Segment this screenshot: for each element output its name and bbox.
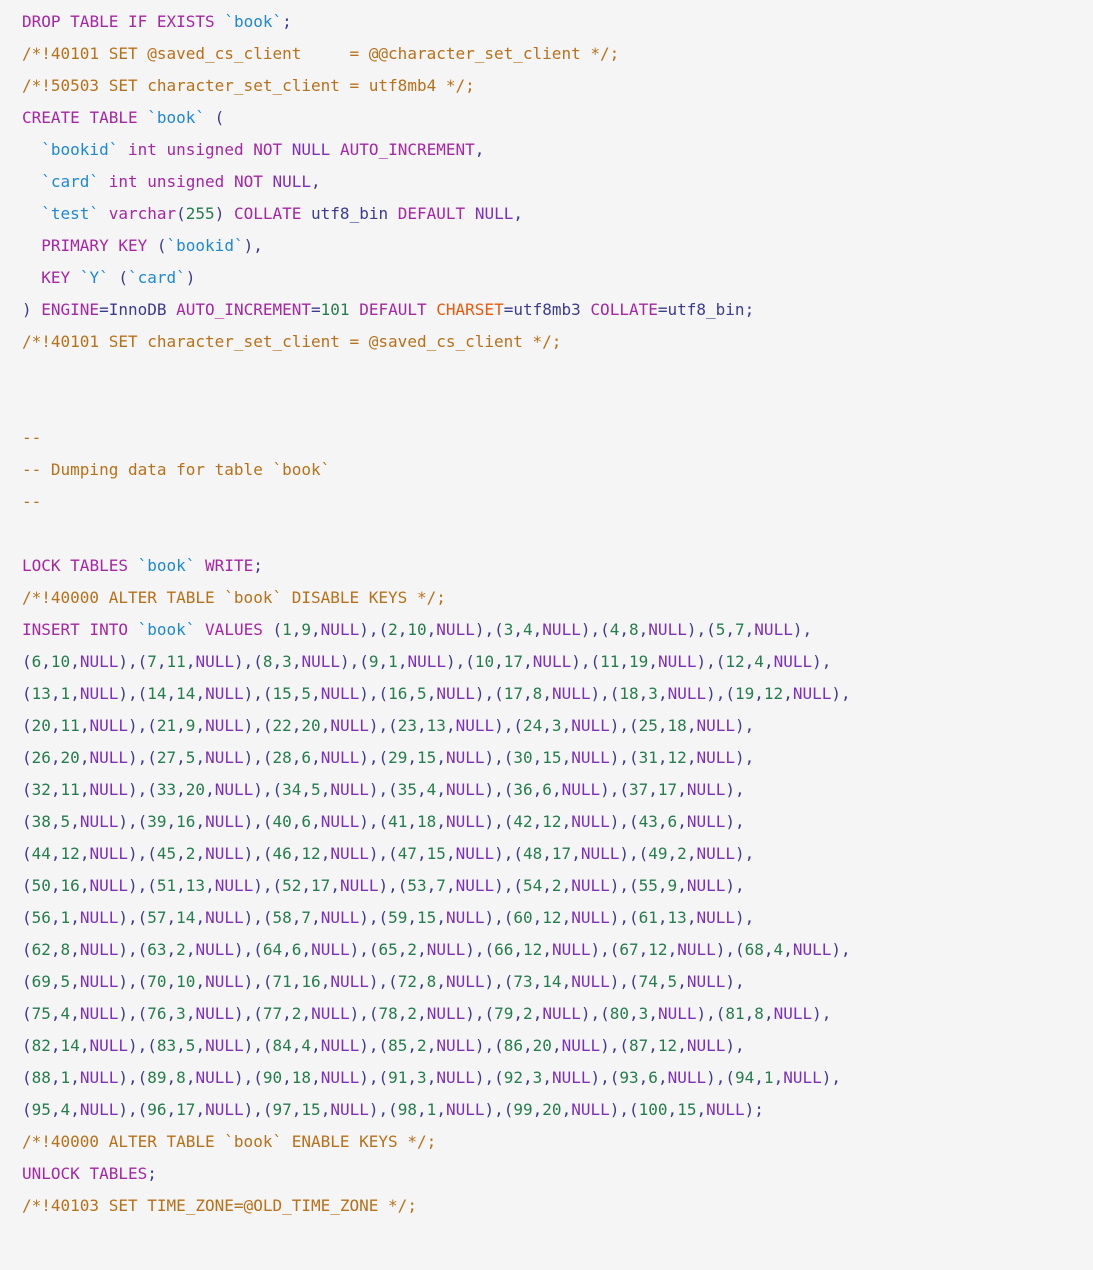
- sql-line-l21: (6,10,NULL),(7,11,NULL),(8,3,NULL),(9,1,…: [22, 652, 832, 671]
- sql-line-l28: (50,16,NULL),(51,13,NULL),(52,17,NULL),(…: [22, 876, 745, 895]
- sql-line-l29: (56,1,NULL),(57,14,NULL),(58,7,NULL),(59…: [22, 908, 755, 927]
- sql-line-l32: (75,4,NULL),(76,3,NULL),(77,2,NULL),(78,…: [22, 1004, 832, 1023]
- sql-line-l05: `bookid` int unsigned NOT NULL AUTO_INCR…: [41, 140, 485, 159]
- sql-line-l14: --: [22, 428, 42, 447]
- sql-line-l25: (32,11,NULL),(33,20,NULL),(34,5,NULL),(3…: [22, 780, 745, 799]
- sql-line-l08: PRIMARY KEY (`bookid`),: [41, 236, 263, 255]
- sql-line-l17: [22, 518, 1093, 550]
- sql-line-l18: LOCK TABLES `book` WRITE;: [22, 556, 263, 575]
- sql-line-l36: /*!40000 ALTER TABLE `book` ENABLE KEYS …: [22, 1132, 437, 1151]
- sql-line-l10: ) ENGINE=InnoDB AUTO_INCREMENT=101 DEFAU…: [22, 300, 755, 319]
- sql-line-l02: /*!40101 SET @saved_cs_client = @@charac…: [22, 44, 620, 63]
- sql-line-l27: (44,12,NULL),(45,2,NULL),(46,12,NULL),(4…: [22, 844, 755, 863]
- sql-line-l04: CREATE TABLE `book` (: [22, 108, 225, 127]
- sql-line-l24: (26,20,NULL),(27,5,NULL),(28,6,NULL),(29…: [22, 748, 755, 767]
- sql-line-l03: /*!50503 SET character_set_client = utf8…: [22, 76, 475, 95]
- sql-line-l20: INSERT INTO `book` VALUES (1,9,NULL),(2,…: [22, 620, 813, 639]
- sql-line-l30: (62,8,NULL),(63,2,NULL),(64,6,NULL),(65,…: [22, 940, 851, 959]
- sql-line-l07: `test` varchar(255) COLLATE utf8_bin DEF…: [41, 204, 523, 223]
- sql-line-l19: /*!40000 ALTER TABLE `book` DISABLE KEYS…: [22, 588, 446, 607]
- sql-line-l09: KEY `Y` (`card`): [41, 268, 196, 287]
- sql-line-l01: DROP TABLE IF EXISTS `book`;: [22, 12, 292, 31]
- sql-line-l35: (95,4,NULL),(96,17,NULL),(97,15,NULL),(9…: [22, 1100, 764, 1119]
- sql-line-l33: (82,14,NULL),(83,5,NULL),(84,4,NULL),(85…: [22, 1036, 745, 1055]
- sql-line-l26: (38,5,NULL),(39,16,NULL),(40,6,NULL),(41…: [22, 812, 745, 831]
- sql-line-l22: (13,1,NULL),(14,14,NULL),(15,5,NULL),(16…: [22, 684, 851, 703]
- sql-line-l38: /*!40103 SET TIME_ZONE=@OLD_TIME_ZONE */…: [22, 1196, 417, 1215]
- sql-line-l06: `card` int unsigned NOT NULL,: [41, 172, 321, 191]
- sql-dump-text[interactable]: DROP TABLE IF EXISTS `book`; /*!40101 SET…: [0, 0, 1093, 1222]
- sql-line-l12: [22, 358, 1093, 390]
- sql-line-l16: --: [22, 492, 42, 511]
- sql-line-l23: (20,11,NULL),(21,9,NULL),(22,20,NULL),(2…: [22, 716, 755, 735]
- sql-line-l34: (88,1,NULL),(89,8,NULL),(90,18,NULL),(91…: [22, 1068, 841, 1087]
- sql-line-l13: [22, 390, 1093, 422]
- sql-line-l15: -- Dumping data for table `book`: [22, 460, 331, 479]
- sql-line-l37: UNLOCK TABLES;: [22, 1164, 157, 1183]
- sql-line-l31: (69,5,NULL),(70,10,NULL),(71,16,NULL),(7…: [22, 972, 745, 991]
- sql-line-l11: /*!40101 SET character_set_client = @sav…: [22, 332, 562, 351]
